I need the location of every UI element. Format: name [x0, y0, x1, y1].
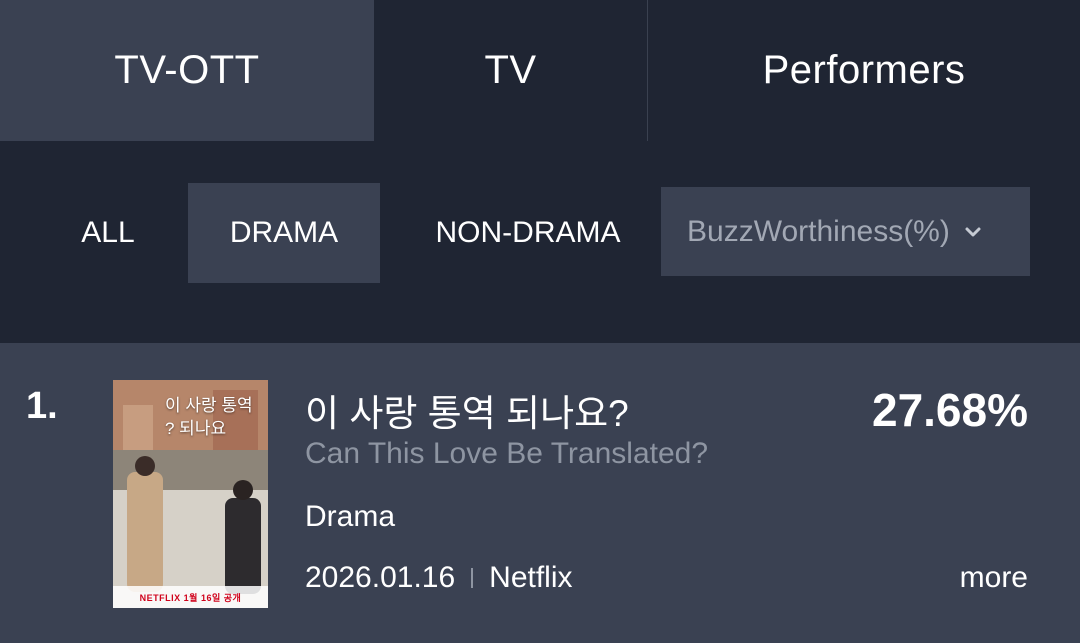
filter-all[interactable]: ALL: [55, 183, 161, 283]
meta-info: 2026.01.16 Netflix: [305, 561, 573, 595]
buzz-score: 27.68%: [871, 384, 1028, 436]
filter-non-drama[interactable]: NON-DRAMA: [410, 183, 646, 283]
metric-select-label: BuzzWorthiness(%): [687, 214, 950, 248]
platform-name: Netflix: [489, 561, 573, 594]
ranking-item[interactable]: 1. 이 사랑 통역 ? 되나요 NETFLIX 1월 16일 공개 이 사랑 …: [0, 343, 1080, 643]
more-link[interactable]: more: [960, 561, 1028, 595]
title-english: Can This Love Be Translated?: [305, 437, 709, 470]
metric-select[interactable]: BuzzWorthiness(%): [661, 187, 1030, 276]
tab-performers[interactable]: Performers: [648, 0, 1080, 141]
poster-footer: NETFLIX 1월 16일 공개: [113, 586, 268, 608]
release-date: 2026.01.16: [305, 561, 456, 594]
chevron-down-icon: [962, 221, 984, 243]
tab-tv[interactable]: TV: [374, 0, 648, 141]
poster-title: 이 사랑 통역 ? 되나요: [165, 396, 253, 438]
filter-drama[interactable]: DRAMA: [188, 183, 380, 283]
rank-number: 1.: [26, 385, 58, 427]
filter-row: ALL DRAMA NON-DRAMA BuzzWorthiness(%): [0, 141, 1080, 343]
top-tab-bar: TV-OTT TV Performers: [0, 0, 1080, 141]
genre-label: Drama: [305, 500, 396, 533]
title-korean[interactable]: 이 사랑 통역 되나요?: [305, 383, 629, 437]
tab-tv-ott[interactable]: TV-OTT: [0, 0, 374, 141]
poster-image: 이 사랑 통역 ? 되나요 NETFLIX 1월 16일 공개: [113, 380, 268, 608]
separator: [471, 568, 474, 588]
